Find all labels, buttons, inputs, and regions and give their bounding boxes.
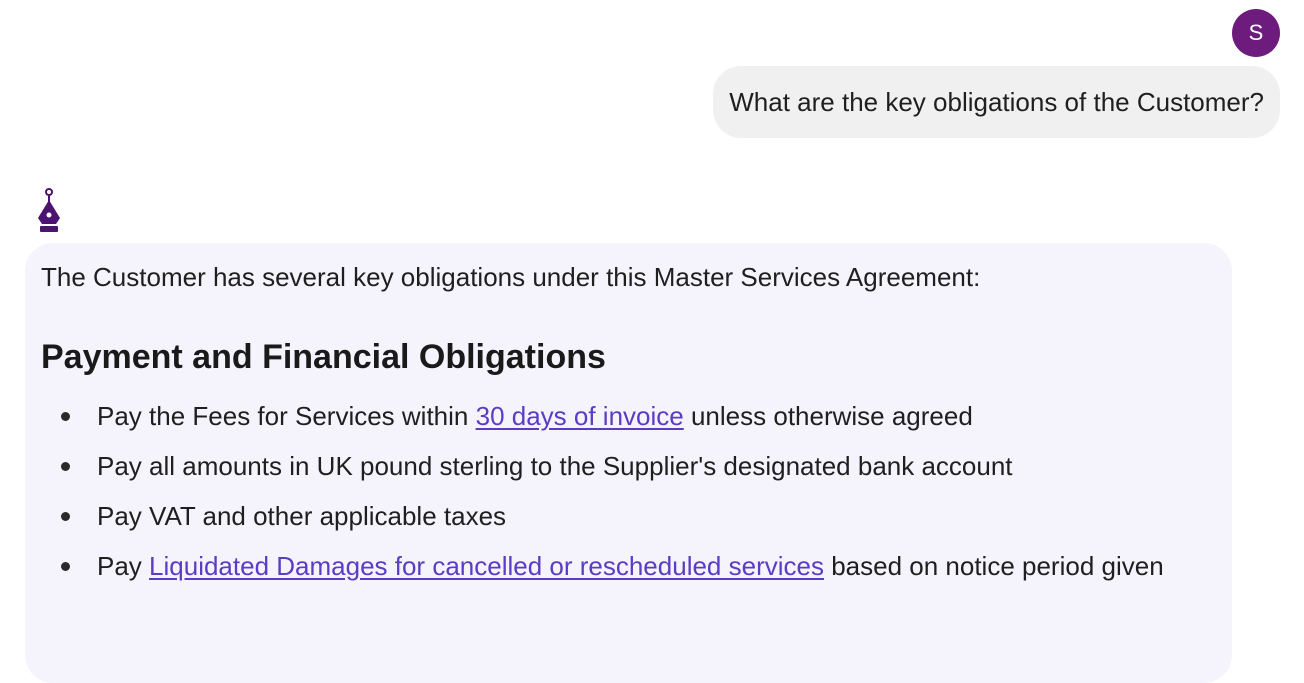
list-item-text: Pay	[97, 551, 150, 581]
list-bullet	[61, 462, 70, 471]
citation-link[interactable]: 30 days of invoice	[476, 401, 684, 431]
user-message-text: What are the key obligations of the Cust…	[729, 86, 1264, 117]
list-bullet	[61, 562, 70, 571]
section-heading: Payment and Financial Obligations	[41, 338, 606, 376]
list-item: Pay the Fees for Services within 30 days…	[97, 395, 1197, 437]
list-item: Pay Liquidated Damages for cancelled or …	[97, 545, 1197, 587]
citation-link[interactable]: Liquidated Damages for cancelled or resc…	[149, 551, 824, 581]
list-bullet	[61, 412, 70, 421]
assistant-intro-text: The Customer has several key obligations…	[41, 262, 981, 292]
user-avatar[interactable]: S	[1232, 9, 1280, 57]
list-item-text: unless otherwise agreed	[683, 401, 973, 431]
list-item-text: Pay VAT and other applicable taxes	[97, 501, 507, 531]
list-bullet	[61, 512, 70, 521]
assistant-avatar	[34, 188, 64, 234]
list-item-text: Pay the Fees for Services within	[97, 401, 476, 431]
list-item-text: Pay all amounts in UK pound sterling to …	[97, 451, 1013, 481]
list-item: Pay all amounts in UK pound sterling to …	[97, 445, 1197, 487]
list-item: Pay VAT and other applicable taxes	[97, 495, 1197, 537]
list-item-text: based on notice period given	[823, 551, 1164, 581]
user-message-bubble: What are the key obligations of the Cust…	[713, 66, 1280, 138]
avatar-letter: S	[1248, 20, 1264, 45]
fountain-pen-nib-icon	[38, 188, 60, 232]
